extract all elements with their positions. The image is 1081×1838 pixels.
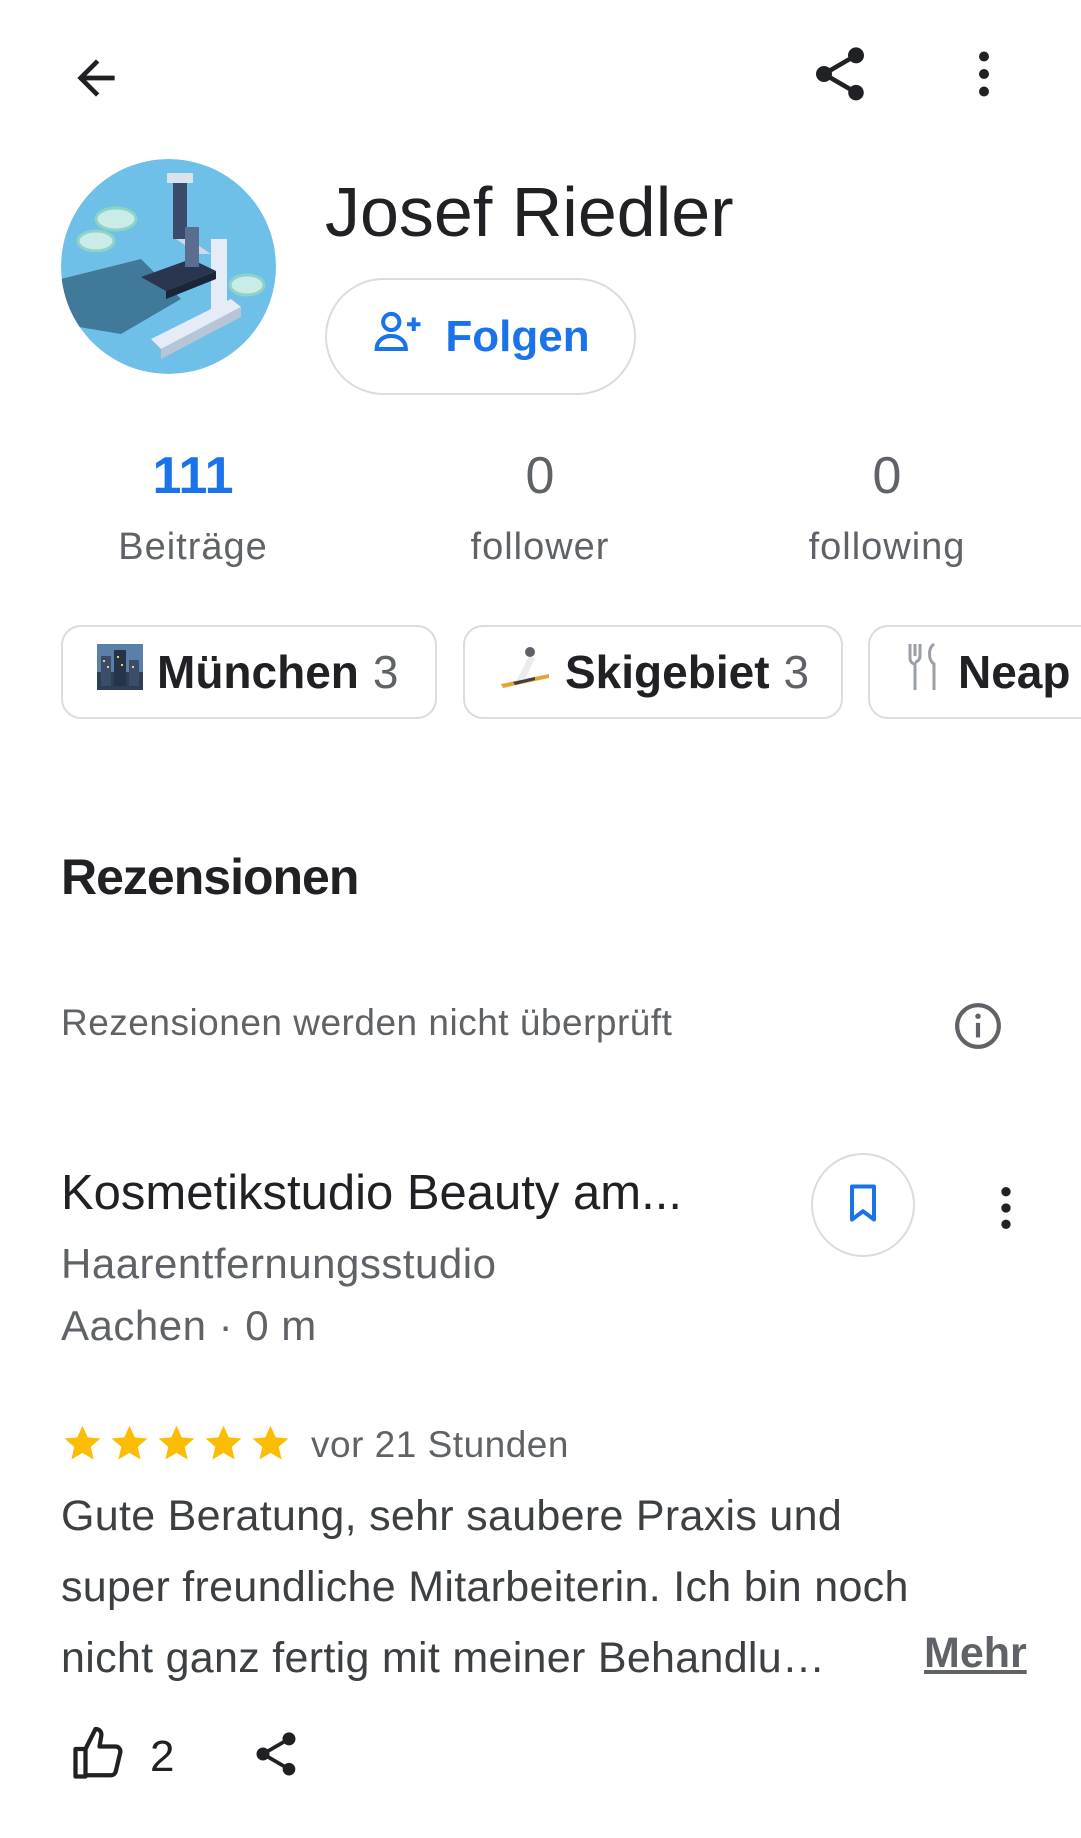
share-icon[interactable] — [800, 34, 880, 114]
star-icon — [64, 1425, 101, 1460]
stat-following-value: 0 — [872, 447, 902, 505]
reviews-notice: Rezensionen werden nicht überprüft — [61, 1002, 673, 1043]
more-options-icon[interactable] — [944, 34, 1024, 114]
review-time: vor 21 Stunden — [311, 1424, 569, 1465]
chip-count: 3 — [783, 646, 810, 698]
chip-count: 3 — [372, 646, 399, 698]
thumbs-up-icon[interactable] — [68, 1724, 128, 1789]
review-text: Gute Beratung, sehr saubere Praxis und s… — [61, 1481, 1046, 1694]
stat-followers-label: follower — [470, 526, 610, 568]
review-share-icon[interactable] — [244, 1722, 308, 1786]
chip-muenchen[interactable]: München 3 — [61, 625, 437, 719]
star-icon — [158, 1425, 195, 1460]
follow-label: Folgen — [445, 311, 590, 361]
info-icon[interactable] — [946, 994, 1010, 1058]
stat-following-label: following — [808, 526, 966, 568]
avatar — [61, 159, 276, 374]
add-person-icon — [371, 304, 425, 369]
back-arrow-icon[interactable] — [56, 38, 136, 118]
chip-label: Skigebiet — [565, 646, 770, 698]
chip-skigebiet[interactable]: Skigebiet 3 — [463, 625, 843, 719]
stat-following[interactable]: 0 following — [737, 448, 1037, 569]
like-count: 2 — [150, 1731, 175, 1781]
like-row: 2 — [68, 1724, 174, 1789]
review-text-line: nicht ganz fertig mit meiner Behandlu… — [61, 1634, 826, 1682]
bookmark-icon — [841, 1181, 885, 1230]
star-rating — [61, 1422, 292, 1465]
more-link[interactable]: Mehr — [924, 1629, 1027, 1678]
star-icon — [111, 1425, 148, 1460]
chip-label: München — [157, 646, 359, 698]
review-more-options-icon[interactable] — [968, 1170, 1044, 1246]
star-icon — [252, 1425, 289, 1460]
save-button[interactable] — [811, 1153, 915, 1257]
stat-followers[interactable]: 0 follower — [390, 448, 690, 569]
stat-posts[interactable]: 111 Beiträge — [43, 448, 343, 569]
place-category: Haarentfernungsstudio — [61, 1240, 497, 1287]
chip-neap[interactable]: Neap — [868, 625, 1081, 719]
profile-name: Josef Riedler — [325, 173, 734, 251]
place-name[interactable]: Kosmetikstudio Beauty am... — [61, 1165, 682, 1221]
follow-button[interactable]: Folgen — [325, 278, 636, 395]
fork-knife-icon — [904, 642, 944, 703]
stat-posts-label: Beiträge — [118, 526, 268, 568]
chip-label: Neap — [958, 646, 1071, 698]
review-text-line: super freundliche Mitarbeiterin. Ich bin… — [61, 1563, 909, 1611]
stat-posts-value: 111 — [152, 447, 234, 505]
stat-followers-value: 0 — [525, 447, 555, 505]
place-location: Aachen · 0 m — [61, 1302, 317, 1349]
star-icon — [205, 1425, 242, 1460]
city-icon — [97, 643, 143, 701]
section-title: Rezensionen — [61, 849, 359, 905]
ski-icon — [499, 644, 551, 701]
review-text-line: Gute Beratung, sehr saubere Praxis und — [61, 1492, 843, 1540]
